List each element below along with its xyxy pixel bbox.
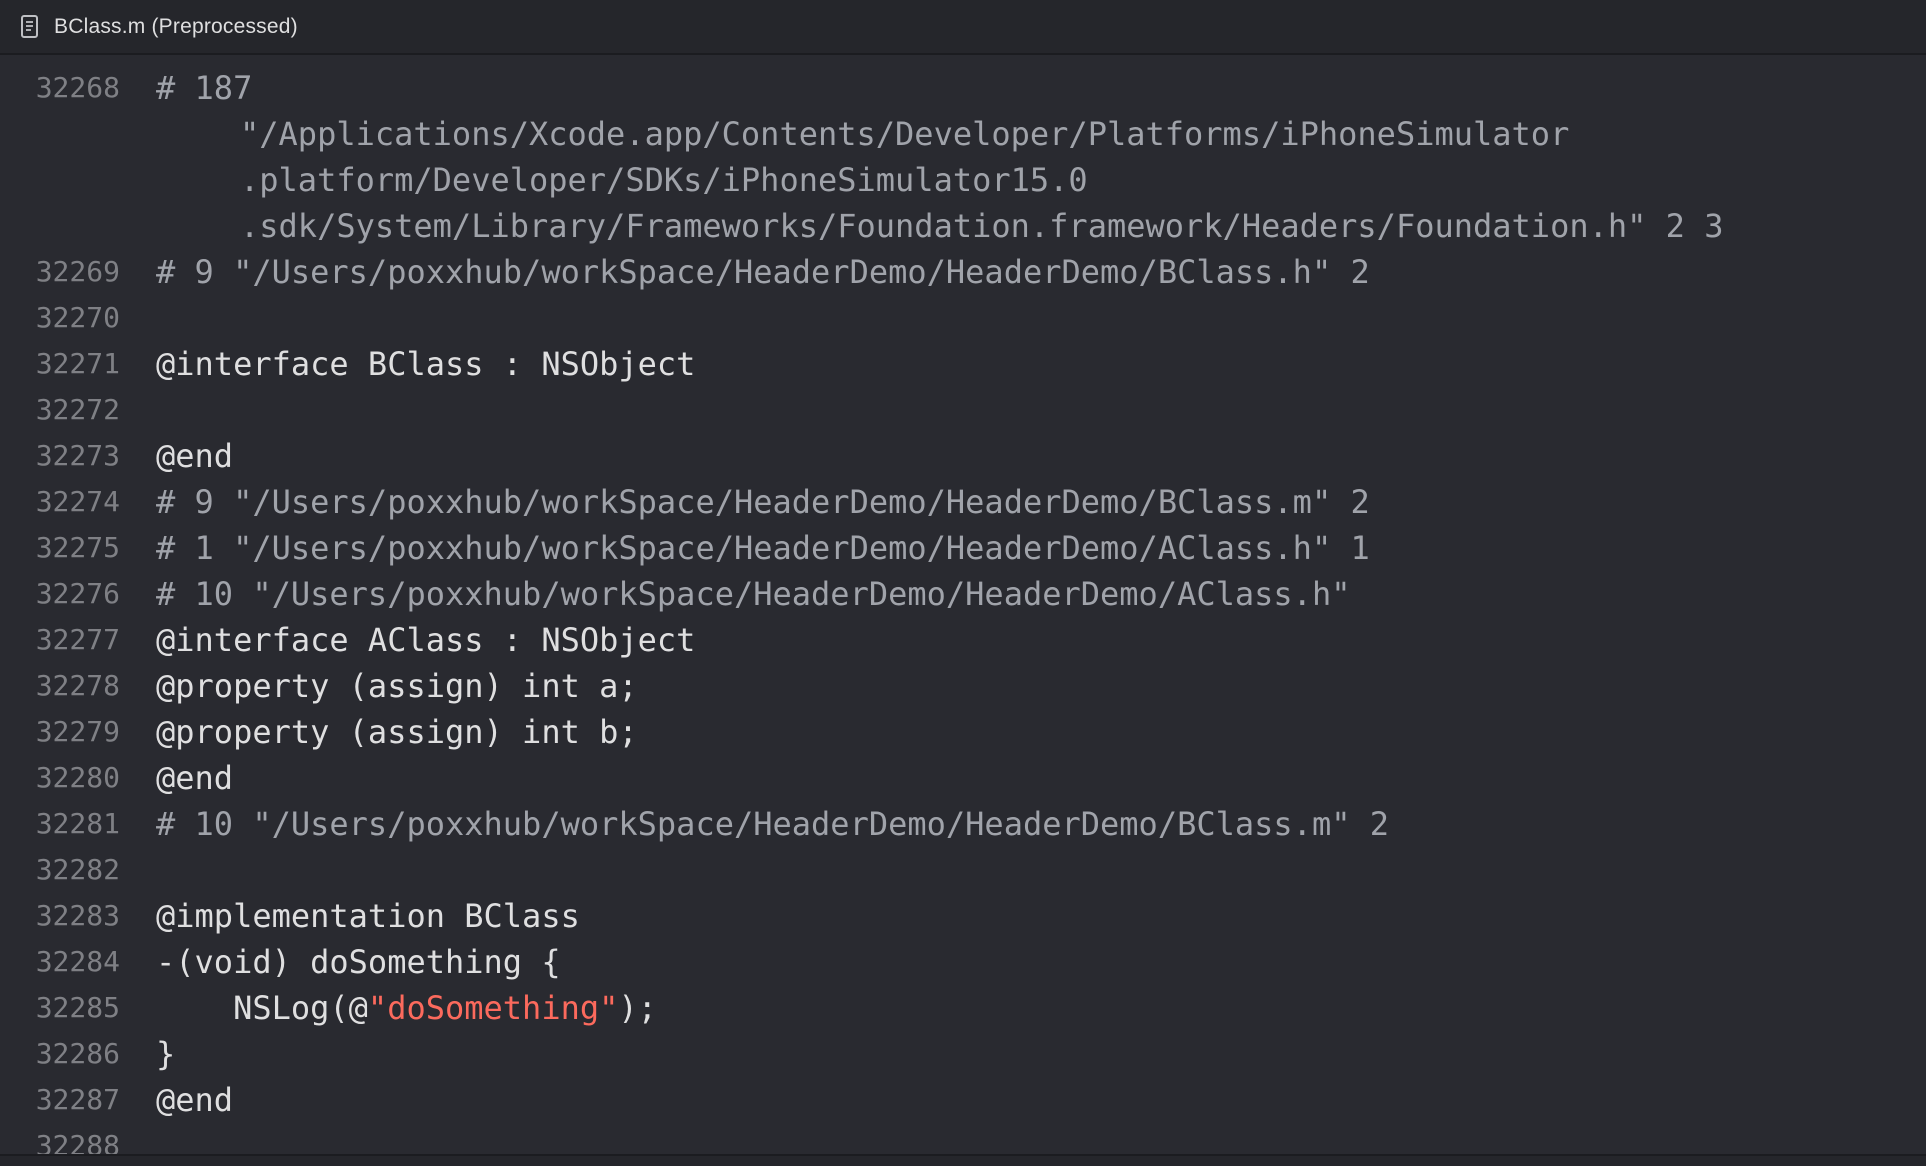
code-text: @interface BClass : NSObject (156, 345, 696, 383)
code-text: # 9 "/Users/poxxhub/workSpace/HeaderDemo… (156, 483, 1370, 521)
line-number: 32281 (35, 807, 120, 840)
code-line[interactable]: 32280 @end (0, 755, 1926, 801)
code-line[interactable]: 32284 -(void) doSomething { (0, 939, 1926, 985)
code-text: .sdk/System/Library/Frameworks/Foundatio… (240, 207, 1724, 245)
xcode-editor-window: BClass.m (Preprocessed) 32268 # 187 "/Appl… (0, 0, 1926, 1166)
code-line[interactable]: 32269 # 9 "/Users/poxxhub/workSpace/Heade… (0, 249, 1926, 295)
file-title[interactable]: BClass.m (Preprocessed) (54, 15, 298, 39)
document-icon[interactable] (18, 13, 42, 41)
code-line[interactable]: 32277 @interface AClass : NSObject (0, 617, 1926, 663)
line-number: 32287 (35, 1083, 120, 1116)
code-line[interactable]: 32270 (0, 295, 1926, 341)
code-line[interactable]: 32276 # 10 "/Users/poxxhub/workSpace/Head… (0, 571, 1926, 617)
code-editor[interactable]: 32268 # 187 "/Applications/Xcode.app/Conte… (0, 65, 1926, 1155)
code-text: @implementation BClass (156, 897, 580, 935)
code-text: } (156, 1035, 176, 1073)
code-line[interactable]: "/Applications/Xcode.app/Contents/Develo… (0, 111, 1926, 157)
code-line[interactable]: 32283 @implementation BClass (0, 893, 1926, 939)
editor-title-bar: BClass.m (Preprocessed) (0, 0, 1926, 55)
code-line[interactable]: 32282 (0, 847, 1926, 893)
code-text: -(void) doSomething { (156, 943, 561, 981)
code-text: @end (156, 1081, 234, 1119)
line-number: 32275 (35, 531, 120, 564)
line-number: 32268 (35, 71, 120, 104)
code-text: @end (156, 759, 234, 797)
code-token: ); (618, 989, 657, 1027)
line-number: 32284 (35, 945, 120, 978)
line-number: 32277 (35, 623, 120, 656)
code-line[interactable]: 32272 (0, 387, 1926, 433)
line-number: 32276 (35, 577, 120, 610)
code-text: @property (assign) int b; (156, 713, 638, 751)
code-line[interactable]: 32278 @property (assign) int a; (0, 663, 1926, 709)
code-line[interactable]: .platform/Developer/SDKs/iPhoneSimulator… (0, 157, 1926, 203)
code-line[interactable]: .sdk/System/Library/Frameworks/Foundatio… (0, 203, 1926, 249)
code-line[interactable]: 32273 @end (0, 433, 1926, 479)
line-number: 32273 (35, 439, 120, 472)
code-text: @interface AClass : NSObject (156, 621, 696, 659)
code-line[interactable]: 32286} (0, 1031, 1926, 1077)
line-number: 32286 (35, 1037, 120, 1070)
line-number: 32271 (35, 347, 120, 380)
code-text: "/Applications/Xcode.app/Contents/Develo… (240, 115, 1570, 153)
line-number: 32278 (35, 669, 120, 702)
line-number: 32285 (35, 991, 120, 1024)
line-number: 32272 (35, 393, 120, 426)
string-literal: "doSomething" (367, 989, 619, 1027)
line-number: 32270 (35, 301, 120, 334)
code-line[interactable]: 32288 (0, 1123, 1926, 1155)
code-line[interactable]: 32268 # 187 (0, 65, 1926, 111)
code-text: # 1 "/Users/poxxhub/workSpace/HeaderDemo… (156, 529, 1370, 567)
code-line[interactable]: 32281 # 10 "/Users/poxxhub/workSpace/Head… (0, 801, 1926, 847)
code-text: @end (156, 437, 234, 475)
line-number: 32283 (35, 899, 120, 932)
code-text: # 9 "/Users/poxxhub/workSpace/HeaderDemo… (156, 253, 1370, 291)
code-line[interactable]: 32279 @property (assign) int b; (0, 709, 1926, 755)
line-number: 32288 (35, 1129, 120, 1155)
code-token: NSLog(@ (156, 989, 368, 1027)
code-line[interactable]: 32275 # 1 "/Users/poxxhub/workSpace/Heade… (0, 525, 1926, 571)
editor-bottom-divider (0, 1154, 1926, 1166)
code-line[interactable]: 32271 @interface BClass : NSObject (0, 341, 1926, 387)
line-number: 32282 (35, 853, 120, 886)
code-line[interactable]: 32274 # 9 "/Users/poxxhub/workSpace/Heade… (0, 479, 1926, 525)
code-text: .platform/Developer/SDKs/iPhoneSimulator… (240, 161, 1088, 199)
code-text: NSLog(@"doSomething"); (156, 985, 657, 1031)
code-text: @property (assign) int a; (156, 667, 638, 705)
line-number: 32279 (35, 715, 120, 748)
code-line[interactable]: 32285 NSLog(@"doSomething"); (0, 985, 1926, 1031)
code-text: # 10 "/Users/poxxhub/workSpace/HeaderDem… (156, 805, 1389, 843)
line-number: 32274 (35, 485, 120, 518)
line-number: 32280 (35, 761, 120, 794)
code-text: # 10 "/Users/poxxhub/workSpace/HeaderDem… (156, 575, 1351, 613)
line-number: 32269 (35, 255, 120, 288)
code-line[interactable]: 32287 @end (0, 1077, 1926, 1123)
code-text: # 187 (156, 69, 253, 107)
